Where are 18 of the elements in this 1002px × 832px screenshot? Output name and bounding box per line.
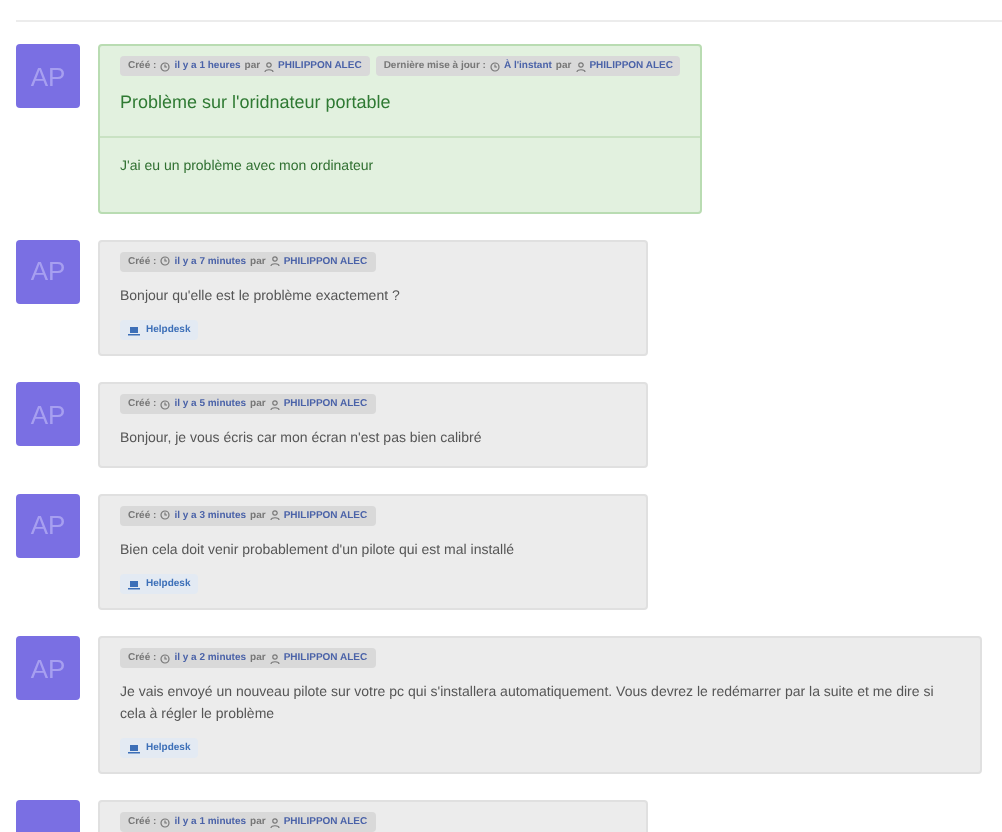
user-icon [269,510,280,520]
user-icon [264,61,275,71]
user-icon [269,817,280,827]
user-icon [269,653,280,663]
clock-icon [160,510,171,520]
clock-icon [160,817,171,827]
user-icon [575,61,586,71]
laptop-icon [128,579,140,589]
clock-icon [160,61,171,71]
clock-icon [160,256,171,266]
clock-icon [160,653,171,663]
ticket-title: Problème sur l'oridnateur portable [120,90,391,116]
user-icon [269,256,280,266]
user-icon [269,399,280,409]
clock-icon [489,61,500,71]
laptop-icon [128,743,140,753]
laptop-icon [128,325,140,335]
clock-icon [160,399,171,409]
